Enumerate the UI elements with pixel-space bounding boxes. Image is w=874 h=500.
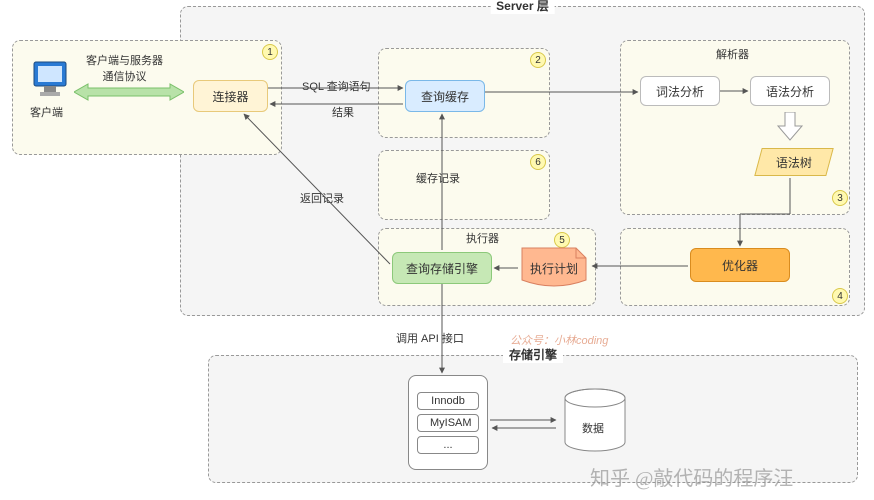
return-record-label: 返回记录: [300, 190, 344, 206]
query-engine-node: 查询存储引擎: [392, 252, 492, 284]
api-call-label: 调用 API 接口: [396, 330, 464, 346]
diagram-canvas: Server 层 1 客户端 客户端与服务器 通信协议 连接器 2 查询缓存 解…: [0, 0, 874, 500]
syntax-tree-node: 语法树: [754, 148, 834, 176]
optimizer-node: 优化器: [690, 248, 790, 282]
engine-myisam: MyISAM: [417, 414, 479, 432]
client-label: 客户端: [30, 104, 63, 120]
watermark-text: 公众号：小林coding: [510, 332, 608, 348]
data-label: 数据: [582, 420, 604, 436]
monitor-icon: [30, 58, 70, 98]
badge-3: 3: [832, 190, 848, 206]
storage-title: 存储引擎: [503, 346, 563, 363]
badge-1: 1: [262, 44, 278, 60]
parser-title: 解析器: [716, 46, 749, 62]
region-6: [378, 150, 550, 220]
cache-record-label: 缓存记录: [416, 170, 460, 186]
zhihu-watermark: 知乎 @敲代码的程序汪: [590, 462, 793, 491]
badge-4: 4: [832, 288, 848, 304]
protocol-label: 客户端与服务器 通信协议: [86, 52, 163, 84]
sql-stmt-label: SQL 查询语句: [302, 78, 371, 94]
executor-title: 执行器: [466, 230, 499, 246]
engine-innodb: Innodb: [417, 392, 479, 410]
engine-stack: Innodb MyISAM ...: [408, 375, 488, 470]
engine-more: ...: [417, 436, 479, 454]
protocol-arrow: [74, 82, 184, 102]
exec-plan-node: 执行计划: [520, 246, 590, 293]
lexer-node: 词法分析: [640, 76, 720, 106]
server-layer-title: Server 层: [490, 0, 555, 14]
down-arrow-icon: [776, 112, 804, 142]
connector-node: 连接器: [193, 80, 268, 112]
badge-6: 6: [530, 154, 546, 170]
parser-region: [620, 40, 850, 215]
query-cache-node: 查询缓存: [405, 80, 485, 112]
badge-2: 2: [530, 52, 546, 68]
result-label: 结果: [332, 104, 354, 120]
syntax-node: 语法分析: [750, 76, 830, 106]
